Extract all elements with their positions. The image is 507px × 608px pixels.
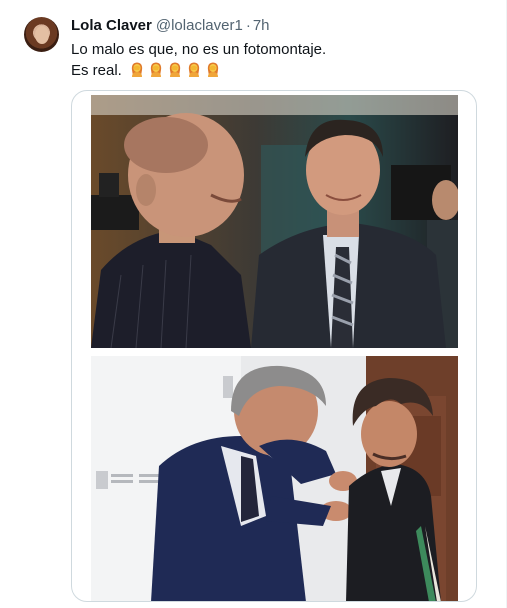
woman-facepalming-icon bbox=[131, 62, 143, 77]
tweet-timestamp[interactable]: 7h bbox=[253, 17, 270, 34]
woman-facepalming-icon bbox=[188, 62, 200, 77]
tweet[interactable]: Lola Claver @lolaclaver1 · 7h Lo malo es qu… bbox=[0, 0, 507, 608]
emoji-row bbox=[126, 62, 221, 79]
tweet-text-line-2: Es real. bbox=[71, 60, 326, 81]
tweet-text: Lo malo es que, no es un fotomontaje. Es… bbox=[71, 39, 326, 81]
woman-facepalming-icon bbox=[169, 62, 181, 77]
separator-dot: · bbox=[245, 17, 251, 34]
tweet-text-line-1: Lo malo es que, no es un fotomontaje. bbox=[71, 41, 327, 58]
photo-1[interactable] bbox=[91, 95, 458, 348]
avatar[interactable] bbox=[24, 17, 59, 52]
author-handle[interactable]: @lolaclaver1 bbox=[156, 17, 243, 34]
photo-2[interactable] bbox=[91, 356, 458, 601]
media-container[interactable] bbox=[71, 90, 477, 602]
woman-facepalming-icon bbox=[207, 62, 219, 77]
tweet-header: Lola Claver @lolaclaver1 · 7h bbox=[71, 16, 270, 36]
photo-1-image bbox=[91, 95, 458, 348]
tweet-text-line-2-words: Es real. bbox=[71, 62, 122, 79]
woman-facepalming-icon bbox=[150, 62, 162, 77]
author-name[interactable]: Lola Claver bbox=[71, 17, 152, 34]
photo-2-image bbox=[91, 356, 458, 601]
